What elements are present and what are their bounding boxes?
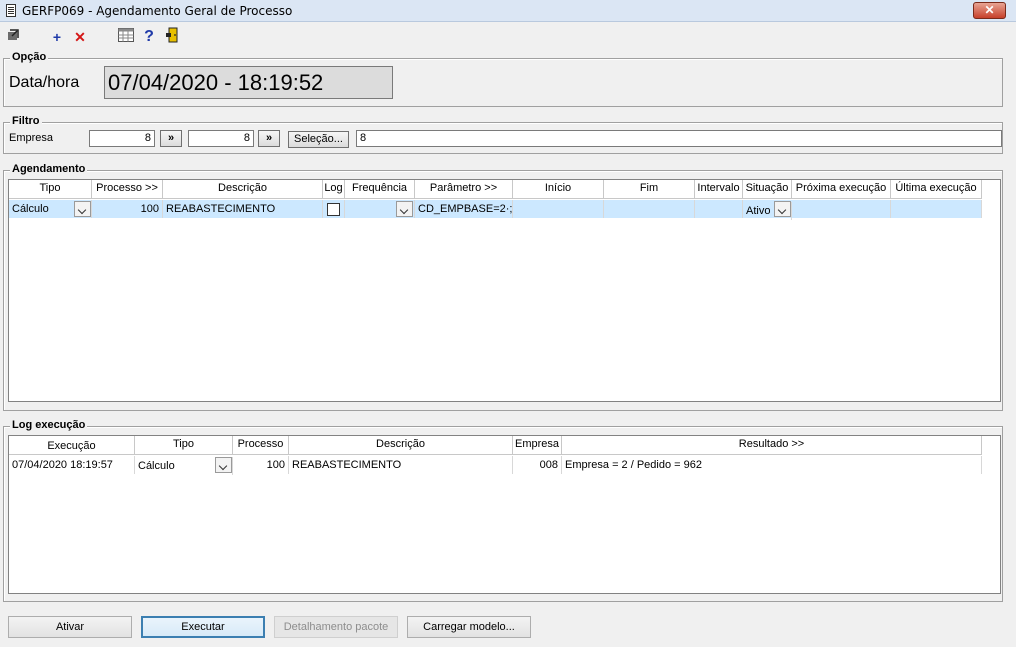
col-header-log-tipo[interactable]: Tipo <box>135 436 233 455</box>
log-execucao-grid: Execução Tipo Processo Descrição Empresa… <box>8 435 1001 594</box>
exit-icon[interactable] <box>4 27 22 47</box>
ativar-button[interactable]: Ativar <box>8 616 132 638</box>
selecao-value-input[interactable]: 8 <box>356 130 1002 147</box>
cell-proxima-execucao[interactable] <box>792 200 891 218</box>
filtro-group-label: Filtro <box>10 115 42 127</box>
log-cell-resultado[interactable]: Empresa = 2 / Pedido = 962 <box>562 456 982 474</box>
situacao-dropdown-icon[interactable] <box>774 201 791 217</box>
col-header-log-resultado[interactable]: Resultado >> <box>562 436 982 455</box>
empresa-label: Empresa <box>9 132 54 144</box>
datahora-display: 07/04/2020 - 18:19:52 <box>104 66 393 99</box>
datahora-label: Data/hora <box>9 74 80 91</box>
col-header-execucao[interactable]: Execução <box>9 436 135 455</box>
col-header-tipo[interactable]: Tipo <box>9 180 92 199</box>
detalhamento-pacote-button[interactable]: Detalhamento pacote <box>274 616 398 638</box>
toolbar: + ✕ ? <box>0 27 1016 49</box>
col-header-processo[interactable]: Processo >> <box>92 180 163 199</box>
opcao-group-label: Opção <box>10 51 49 63</box>
calendar-grid-icon[interactable] <box>117 27 135 47</box>
cell-processo[interactable]: 100 <box>92 200 163 218</box>
log-cell-empresa[interactable]: 008 <box>513 456 562 474</box>
window-title: GERFP069 - Agendamento Geral de Processo <box>22 4 293 18</box>
selecao-button[interactable]: Seleção... <box>288 131 349 148</box>
agendamento-group-label: Agendamento <box>10 163 88 175</box>
empresa-to-lookup-button[interactable]: » <box>258 130 280 147</box>
log-cell-execucao[interactable]: 07/04/2020 18:19:57 <box>9 456 135 474</box>
log-cell-processo[interactable]: 100 <box>233 456 289 474</box>
col-header-fim[interactable]: Fim <box>604 180 695 199</box>
col-header-inicio[interactable]: Início <box>513 180 604 199</box>
help-icon[interactable]: ? <box>140 27 158 47</box>
cell-fim[interactable] <box>604 200 695 218</box>
document-icon <box>6 4 16 17</box>
agendamento-grid: Tipo Processo >> Descrição Log Frequênci… <box>8 179 1001 402</box>
empresa-from-lookup-button[interactable]: » <box>160 130 182 147</box>
add-icon[interactable]: + <box>48 27 66 47</box>
log-tipo-dropdown-icon[interactable] <box>215 457 232 473</box>
col-header-intervalo[interactable]: Intervalo <box>695 180 743 199</box>
delete-icon[interactable]: ✕ <box>71 27 89 47</box>
col-header-log-processo[interactable]: Processo <box>233 436 289 455</box>
log-cell-descricao[interactable]: REABASTECIMENTO <box>289 456 513 474</box>
col-header-log-empresa[interactable]: Empresa <box>513 436 562 455</box>
cell-parametro[interactable]: CD_EMPBASE=2·;C <box>415 200 513 218</box>
cell-descricao[interactable]: REABASTECIMENTO <box>163 200 323 218</box>
title-bar: GERFP069 - Agendamento Geral de Processo… <box>0 0 1016 22</box>
executar-button[interactable]: Executar <box>141 616 265 638</box>
close-button[interactable]: ✕ <box>973 2 1006 19</box>
cell-ultima-execucao[interactable] <box>891 200 982 218</box>
tipo-dropdown-icon[interactable] <box>74 201 91 217</box>
cell-intervalo[interactable] <box>695 200 743 218</box>
cell-inicio[interactable] <box>513 200 604 218</box>
col-header-descricao[interactable]: Descrição <box>163 180 323 199</box>
empresa-to-input[interactable]: 8 <box>188 130 254 147</box>
col-header-ultima-execucao[interactable]: Última execução <box>891 180 982 199</box>
col-header-parametro[interactable]: Parâmetro >> <box>415 180 513 199</box>
door-exit-icon[interactable] <box>164 27 182 47</box>
col-header-frequencia[interactable]: Frequência <box>345 180 415 199</box>
col-header-log-descricao[interactable]: Descrição <box>289 436 513 455</box>
col-header-log[interactable]: Log <box>323 180 345 199</box>
carregar-modelo-button[interactable]: Carregar modelo... <box>407 616 531 638</box>
col-header-proxima-execucao[interactable]: Próxima execução <box>792 180 891 199</box>
col-header-situacao[interactable]: Situação <box>743 180 792 199</box>
empresa-from-input[interactable]: 8 <box>89 130 155 147</box>
frequencia-dropdown-icon[interactable] <box>396 201 413 217</box>
log-checkbox[interactable] <box>327 203 340 216</box>
log-execucao-group-label: Log execução <box>10 419 88 431</box>
